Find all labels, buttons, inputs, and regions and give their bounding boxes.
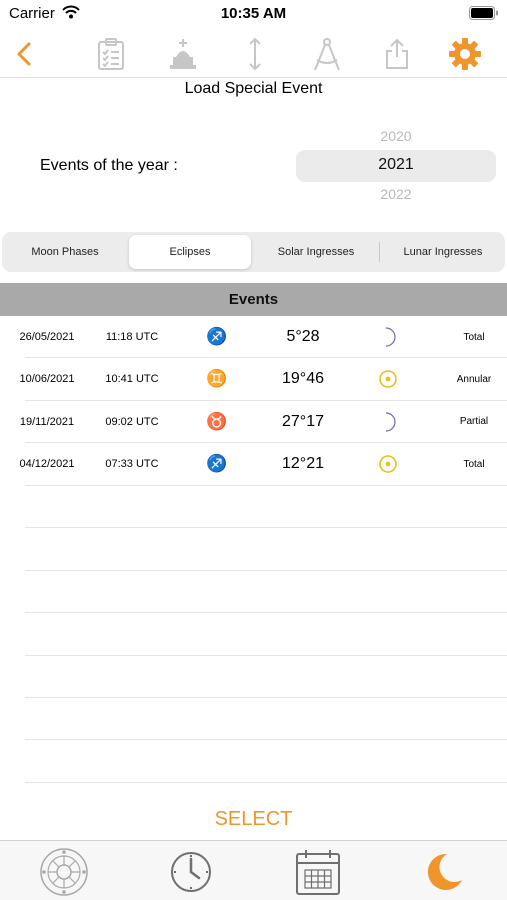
battery-icon	[469, 6, 499, 25]
eclipse-type: Annular	[456, 373, 492, 385]
event-date: 10/06/2021	[19, 373, 75, 386]
event-row[interactable]: 10/06/2021 10:41 UTC ♊ 19°46 Annular	[0, 358, 507, 401]
sun-icon	[372, 358, 404, 400]
event-row[interactable]: 19/11/2021 09:02 UTC ♉ 27°17 Partial	[0, 401, 507, 444]
empty-rows	[25, 486, 507, 783]
tab-moon-phases[interactable]: Moon Phases	[4, 235, 126, 269]
share-icon[interactable]	[377, 34, 417, 74]
moon-icon	[372, 316, 404, 358]
zodiac-sign-icon: ♐	[206, 454, 228, 474]
zodiac-sign-icon: ♊	[206, 369, 228, 389]
events-list: 26/05/2021 11:18 UTC ♐ 5°28 Total 10/06/2021 1…	[0, 316, 507, 486]
event-time: 07:33 UTC	[105, 458, 159, 471]
event-degree: 12°21	[282, 455, 324, 473]
zodiac-sign-icon: ♐	[206, 327, 228, 346]
event-type-segmented-control: Moon Phases Eclipses Solar Ingresses Lun…	[2, 232, 505, 272]
event-degree: 27°17	[282, 412, 324, 430]
eclipse-type: Partial	[459, 416, 489, 428]
event-row[interactable]: 26/05/2021 11:18 UTC ♐ 5°28 Total	[0, 316, 507, 359]
status-bar: Carrier 10:35 AM	[0, 0, 507, 30]
eclipse-type: Total	[463, 331, 485, 343]
picker-option-selected[interactable]: 2021	[296, 156, 496, 174]
tab-eclipses[interactable]: Eclipses	[129, 235, 251, 269]
sun-icon	[372, 443, 404, 485]
event-row[interactable]: 04/12/2021 07:33 UTC ♐ 12°21 Total	[0, 443, 507, 486]
event-time: 09:02 UTC	[105, 415, 159, 428]
picker-option-next[interactable]: 2022	[296, 186, 496, 202]
toolbar	[0, 30, 507, 78]
picker-option-previous[interactable]: 2020	[296, 128, 496, 144]
event-degree: 19°46	[282, 370, 324, 388]
gear-icon[interactable]	[445, 34, 485, 74]
event-time: 10:41 UTC	[105, 373, 159, 386]
segment-divider	[379, 242, 380, 262]
tab-bar	[0, 840, 507, 900]
clock-time: 10:35 AM	[220, 5, 287, 22]
zodiac-wheel-icon[interactable]	[38, 847, 90, 897]
monument-icon[interactable]	[163, 34, 203, 74]
event-time: 11:18 UTC	[105, 331, 159, 343]
event-degree: 5°28	[286, 328, 320, 345]
select-button[interactable]: SELECT	[0, 808, 507, 831]
clock-icon[interactable]	[165, 847, 217, 897]
compass-icon[interactable]	[307, 34, 347, 74]
event-date: 26/05/2021	[19, 331, 75, 343]
tab-lunar-ingresses[interactable]: Lunar Ingresses	[382, 235, 504, 269]
year-picker[interactable]: 2020 2021 2022	[296, 124, 496, 208]
event-date: 19/11/2021	[19, 415, 75, 428]
eclipse-type: Total	[463, 458, 485, 470]
events-header: Events	[0, 283, 507, 316]
back-chevron-icon[interactable]	[4, 34, 44, 74]
checklist-icon[interactable]	[91, 34, 131, 74]
event-date: 04/12/2021	[19, 458, 75, 471]
page-title: Load Special Event	[184, 80, 323, 97]
moon-icon	[372, 401, 404, 443]
year-picker-label: Events of the year :	[40, 157, 178, 174]
crescent-moon-icon[interactable]	[418, 847, 470, 897]
zodiac-sign-icon: ♉	[206, 411, 228, 431]
calendar-icon[interactable]	[292, 847, 344, 897]
tab-solar-ingresses[interactable]: Solar Ingresses	[255, 235, 377, 269]
vertical-arrows-icon[interactable]	[235, 34, 275, 74]
